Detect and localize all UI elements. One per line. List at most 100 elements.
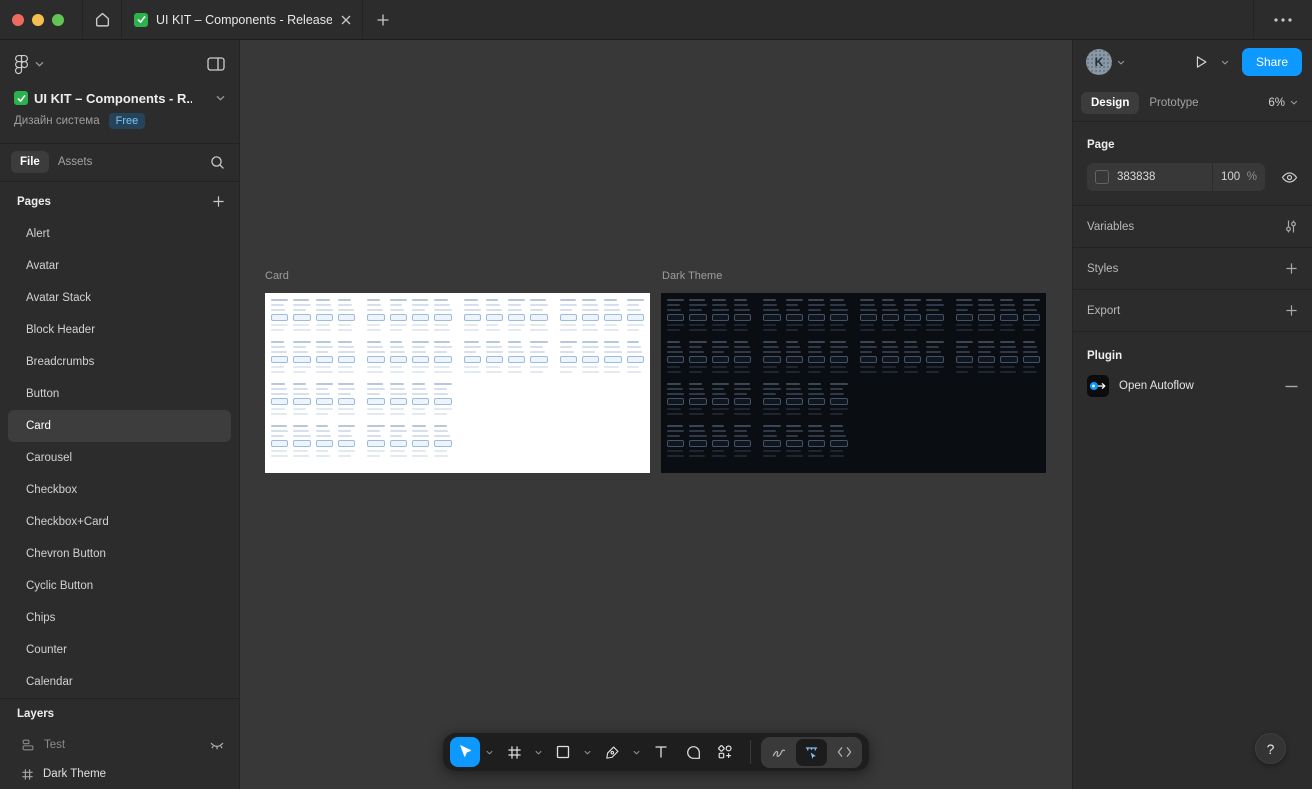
canvas[interactable]: Card Dark Theme — [240, 40, 1072, 789]
panel-layout-icon — [207, 57, 225, 71]
sidebar-page-item[interactable]: Breadcrumbs — [8, 346, 231, 378]
toggle-visibility-button[interactable] — [1281, 171, 1298, 184]
present-button[interactable] — [1186, 47, 1216, 77]
zoom-level-dropdown[interactable]: 6% — [1268, 97, 1298, 109]
layer-row-test[interactable]: Test — [0, 730, 239, 760]
macos-traffic-lights — [0, 13, 82, 26]
pen-tool-menu[interactable] — [629, 737, 644, 767]
opacity-input[interactable]: 100 % — [1213, 171, 1265, 183]
home-button[interactable] — [83, 0, 121, 40]
ellipsis-icon — [1274, 17, 1292, 22]
pen-tool-icon — [605, 746, 618, 759]
play-icon — [1196, 56, 1207, 68]
move-tool-menu[interactable] — [482, 737, 497, 767]
draw-annotate-button[interactable] — [763, 739, 794, 766]
sidebar-page-item[interactable]: Checkbox — [8, 474, 231, 506]
bottom-toolbar — [443, 733, 869, 771]
file-tab[interactable]: UI KIT – Components - Release - — [122, 0, 362, 40]
eye-closed-icon[interactable] — [209, 739, 225, 751]
page-item-label: Checkbox+Card — [26, 515, 109, 528]
sidebar-page-item[interactable]: Card — [8, 409, 231, 442]
search-button[interactable] — [210, 155, 225, 170]
remove-plugin-minus-icon[interactable] — [1285, 385, 1298, 388]
comment-tool-button[interactable] — [678, 737, 708, 767]
variables-label: Variables — [1087, 220, 1135, 233]
opacity-value[interactable]: 100 — [1221, 171, 1240, 183]
plus-icon — [213, 196, 224, 207]
plugin-section-title: Plugin — [1087, 350, 1123, 362]
page-item-label: Avatar Stack — [26, 291, 91, 304]
dev-code-button[interactable] — [829, 739, 860, 766]
export-section-row[interactable]: Export — [1073, 290, 1312, 331]
new-tab-button[interactable] — [363, 0, 403, 40]
account-menu-button[interactable] — [1112, 60, 1130, 65]
page-item-label: Carousel — [26, 451, 73, 464]
page-item-label: Card — [26, 419, 51, 432]
color-hex-value[interactable]: 383838 — [1117, 171, 1155, 183]
sidebar-page-item[interactable]: Cyclic Button — [8, 570, 231, 602]
text-tool-button[interactable] — [646, 737, 676, 767]
tab-design[interactable]: Design — [1081, 91, 1140, 114]
sidebar-page-item[interactable]: Button — [8, 378, 231, 410]
frame-label-dark-theme[interactable]: Dark Theme — [662, 270, 722, 282]
layer-row-dark-theme[interactable]: Dark Theme — [0, 759, 239, 789]
inspect-measure-button[interactable] — [796, 738, 827, 766]
file-name[interactable]: UI KIT – Components - R... — [34, 91, 192, 106]
sidebar-page-item[interactable]: Avatar — [8, 250, 231, 282]
plugin-row[interactable]: Open Autoflow — [1073, 366, 1312, 406]
home-icon — [95, 12, 109, 27]
chevron-down-icon[interactable] — [35, 61, 44, 67]
frame-tool-menu[interactable] — [531, 737, 546, 767]
sidebar-page-item[interactable]: Avatar Stack — [8, 282, 231, 314]
add-export-plus-icon[interactable] — [1285, 304, 1298, 317]
plugin-name: Open Autoflow — [1119, 380, 1194, 392]
color-swatch[interactable] — [1095, 170, 1109, 184]
toggle-sidebar-button[interactable] — [207, 57, 225, 71]
sidebar-page-item[interactable]: Alert — [8, 218, 231, 250]
sidebar-page-item[interactable]: Block Header — [8, 314, 231, 346]
pen-tool-button[interactable] — [597, 737, 627, 767]
move-tool-button[interactable] — [450, 737, 480, 767]
figma-logo-icon[interactable] — [14, 54, 29, 75]
shape-tool-menu[interactable] — [580, 737, 595, 767]
tab-assets[interactable]: Assets — [49, 151, 102, 173]
frame-tool-button[interactable] — [499, 737, 529, 767]
frame-label-card[interactable]: Card — [265, 270, 289, 282]
chevron-down-icon[interactable] — [216, 95, 225, 101]
help-button[interactable]: ? — [1255, 733, 1286, 764]
avatar[interactable]: K — [1086, 49, 1112, 75]
sidebar-page-item[interactable]: Calendar — [8, 666, 231, 698]
sidebar-page-item[interactable]: Carousel — [8, 442, 231, 474]
actions-button[interactable] — [710, 737, 740, 767]
page-color-input[interactable]: 383838 100 % — [1087, 163, 1265, 191]
variables-section-row[interactable]: Variables — [1073, 206, 1312, 247]
zoom-window-button[interactable] — [52, 13, 64, 26]
styles-section-row[interactable]: Styles — [1073, 248, 1312, 289]
sidebar-page-item[interactable]: Chevron Button — [8, 538, 231, 570]
variables-adjust-icon[interactable] — [1284, 219, 1298, 234]
canvas-frame-card[interactable] — [265, 293, 650, 473]
measure-ruler-icon — [805, 746, 818, 759]
add-page-button[interactable] — [212, 195, 225, 208]
right-panel: K Share Design Prototype 6% Page 383838 … — [1072, 40, 1312, 789]
tab-title: UI KIT – Components - Release - — [156, 12, 332, 27]
add-style-plus-icon[interactable] — [1285, 262, 1298, 275]
close-tab-button[interactable] — [340, 14, 352, 26]
present-menu-button[interactable] — [1216, 60, 1234, 65]
minimize-window-button[interactable] — [32, 13, 44, 26]
sidebar-page-item[interactable]: Checkbox+Card — [8, 506, 231, 538]
shape-tool-button[interactable] — [548, 737, 578, 767]
window-menu-button[interactable] — [1254, 0, 1312, 40]
tab-file[interactable]: File — [11, 151, 49, 174]
tab-prototype[interactable]: Prototype — [1139, 92, 1208, 114]
checkmark-emoji-icon — [134, 12, 148, 27]
share-button[interactable]: Share — [1241, 48, 1302, 76]
close-window-button[interactable] — [12, 13, 24, 26]
page-item-label: Chips — [26, 611, 56, 624]
export-label: Export — [1087, 304, 1121, 317]
sidebar-page-item[interactable]: Counter — [8, 634, 231, 666]
sidebar-page-item[interactable]: Chips — [8, 602, 231, 634]
canvas-frame-dark-theme[interactable] — [661, 293, 1046, 473]
chevron-down-icon — [535, 750, 542, 755]
pages-list: Alert Avatar Avatar Stack Block Header B… — [0, 218, 239, 698]
